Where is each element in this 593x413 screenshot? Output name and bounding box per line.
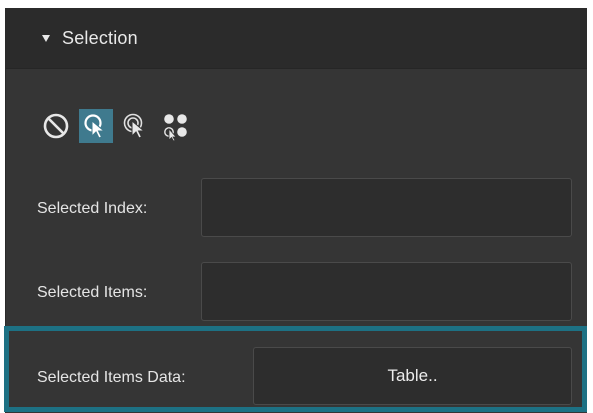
- section-title: Selection: [62, 27, 138, 48]
- single-select-cursor-icon: [84, 114, 106, 139]
- selection-panel: Selection Selected Index: Selected Items…: [4, 8, 587, 413]
- selected-items-field[interactable]: [201, 262, 572, 321]
- single-select-button[interactable]: [79, 109, 113, 143]
- section-header-selection[interactable]: Selection: [6, 8, 587, 69]
- multi-select-cursor-icon: [123, 113, 146, 139]
- selected-index-field[interactable]: [201, 178, 572, 237]
- group-select-icon: [164, 114, 187, 141]
- table-button[interactable]: Table..: [253, 347, 572, 405]
- multi-select-button[interactable]: [119, 109, 153, 143]
- selected-index-label: Selected Index:: [37, 200, 148, 217]
- group-select-button[interactable]: [159, 109, 193, 143]
- selection-mode-toolbar: [39, 107, 199, 145]
- no-selection-button[interactable]: [39, 109, 73, 143]
- no-selection-icon: [43, 113, 69, 139]
- selected-items-label: Selected Items:: [37, 284, 148, 301]
- collapse-triangle-icon[interactable]: [42, 34, 50, 42]
- selected-items-data-label: Selected Items Data:: [37, 369, 186, 386]
